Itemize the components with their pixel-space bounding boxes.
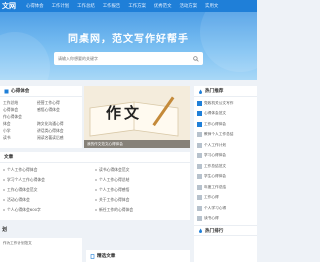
- list-item[interactable]: 心得体会 感悟心得体会: [3, 106, 79, 113]
- recommend-item[interactable]: 工作心得体会: [197, 119, 254, 130]
- article-link[interactable]: 工作心得体会范文: [3, 185, 95, 195]
- article-link[interactable]: 学习个人工作心得体会: [3, 175, 95, 185]
- plan-panel: 作为工作计划范文: [0, 238, 82, 262]
- plan-section-title: 划: [2, 227, 8, 233]
- nav-item-5[interactable]: 优秀范文: [154, 3, 172, 9]
- rank-badge: [197, 184, 202, 190]
- recommend-item[interactable]: 心得体会范文: [197, 109, 254, 120]
- site-logo[interactable]: 文网: [0, 1, 18, 11]
- nav-item-1[interactable]: 工作计划: [52, 3, 70, 9]
- list-icon: [4, 89, 9, 93]
- rank-badge: [197, 174, 202, 180]
- rank-badge: [197, 216, 202, 222]
- recommend-item[interactable]: 学习心得体会: [197, 151, 254, 162]
- banner-art-text: 作文: [106, 104, 143, 122]
- featured-title: 精选文章: [97, 254, 116, 259]
- rank-badge: [197, 163, 202, 169]
- rank-badge: [197, 132, 202, 138]
- search-input[interactable]: [54, 52, 189, 65]
- search-icon: [193, 55, 199, 62]
- ranking-header: 热门排行: [194, 225, 257, 236]
- articles-column: 个人工作心得体会 学习个人工作心得体会 工作心得体会范文 活动心得体会 个人心得…: [3, 165, 95, 215]
- article-link[interactable]: 个人心得体会600字: [3, 205, 95, 215]
- list-item[interactable]: 体会 跨文化沟通心得: [3, 120, 79, 127]
- left-panel: 心得体会 工作总结 经营工作心得 心得体会 感悟心得体会 作心得体会 体会 跨文化沟通…: [0, 86, 82, 148]
- recommend-item[interactable]: 学生心得体会: [197, 172, 254, 183]
- nav-item-6[interactable]: 活动方案: [179, 3, 197, 9]
- article-link[interactable]: 新任工作的心得体会: [95, 205, 187, 215]
- search-button[interactable]: [189, 52, 203, 65]
- featured-header: 精选文章: [86, 250, 190, 262]
- ranking-title: 热门排行: [205, 228, 224, 234]
- nav-item-4[interactable]: 工作方案: [128, 3, 146, 9]
- list-item[interactable]: 工作总结 经营工作心得: [3, 99, 79, 106]
- featured-panel: 精选文章: [86, 250, 190, 262]
- article-link[interactable]: 个人工作心得感悟: [95, 185, 187, 195]
- recommend-panel: 热门推荐 党政机关公文写作 心得体会范文 工作心得体会 教师个人工作总结 个人工…: [194, 86, 257, 262]
- hero-banner: 同桌网，范文写作好帮手: [0, 12, 257, 80]
- rank-badge: [197, 205, 202, 211]
- list-item[interactable]: 读书 阅读名著读后感: [3, 134, 79, 141]
- rank-badge: [197, 121, 202, 127]
- nav-item-0[interactable]: 心得体会: [26, 3, 44, 9]
- articles-panel: 文章 个人工作心得体会 学习个人工作心得体会 工作心得体会范文 活动心得体会 个…: [0, 152, 190, 220]
- top-nav: 文网 心得体会 工作计划 工作总结 工作报告 工作方案 优秀范文 活动方案 实用…: [0, 0, 257, 12]
- nav-item-3[interactable]: 工作报告: [103, 3, 121, 9]
- articles-column: 读书心得体会范文 个人工作心得总结 个人工作心得感悟 关于工作心得体会 新任工作…: [95, 165, 187, 215]
- article-link[interactable]: 作为工作计划范文: [0, 238, 82, 248]
- rank-badge: [197, 153, 202, 159]
- recommend-item[interactable]: 工作心得: [197, 193, 254, 204]
- rank-badge: [197, 142, 202, 148]
- article-link[interactable]: 读书心得体会范文: [95, 165, 187, 175]
- document-icon: [90, 253, 95, 259]
- flame-icon: [199, 89, 202, 94]
- article-link[interactable]: 个人工作心得体会: [3, 165, 95, 175]
- list-item[interactable]: 作心得体会: [3, 113, 79, 120]
- rank-badge: [197, 111, 202, 117]
- articles-title: 文章: [4, 155, 14, 160]
- recommend-item[interactable]: 个人工作计划: [197, 140, 254, 151]
- articles-header: 文章: [0, 152, 190, 163]
- article-link[interactable]: 关于工作心得体会: [95, 195, 187, 205]
- recommend-header: 热门推荐: [194, 86, 257, 97]
- recommend-item[interactable]: 读书心得: [197, 214, 254, 225]
- flame-icon: [199, 228, 202, 233]
- feature-banner[interactable]: 作文 我的作文范文心得体会: [84, 86, 190, 148]
- left-panel-title: 心得体会: [11, 89, 30, 94]
- article-link[interactable]: 活动心得体会: [3, 195, 95, 205]
- left-panel-header: 心得体会: [0, 86, 82, 97]
- banner-caption: 我的作文范文心得体会: [84, 140, 190, 148]
- recommend-item[interactable]: 个人学习心得: [197, 203, 254, 214]
- nav-item-2[interactable]: 工作总结: [77, 3, 95, 9]
- search-box: [54, 52, 203, 65]
- rank-badge: [197, 195, 202, 201]
- page: 文网 心得体会 工作计划 工作总结 工作报告 工作方案 优秀范文 活动方案 实用…: [0, 0, 257, 262]
- recommend-item[interactable]: 党政机关公文写作: [197, 98, 254, 109]
- recommend-title: 热门推荐: [205, 89, 224, 94]
- hero-title: 同桌网，范文写作好帮手: [68, 34, 189, 45]
- list-item[interactable]: 小学 讲话类心得体会: [3, 127, 79, 134]
- rank-badge: [197, 100, 202, 106]
- nav-item-7[interactable]: 实用文: [205, 3, 218, 9]
- recommend-item[interactable]: 年度工作总结: [197, 182, 254, 193]
- recommend-item[interactable]: 教师个人工作总结: [197, 130, 254, 141]
- recommend-item[interactable]: 工作总结范文: [197, 161, 254, 172]
- article-link[interactable]: 个人工作心得总结: [95, 175, 187, 185]
